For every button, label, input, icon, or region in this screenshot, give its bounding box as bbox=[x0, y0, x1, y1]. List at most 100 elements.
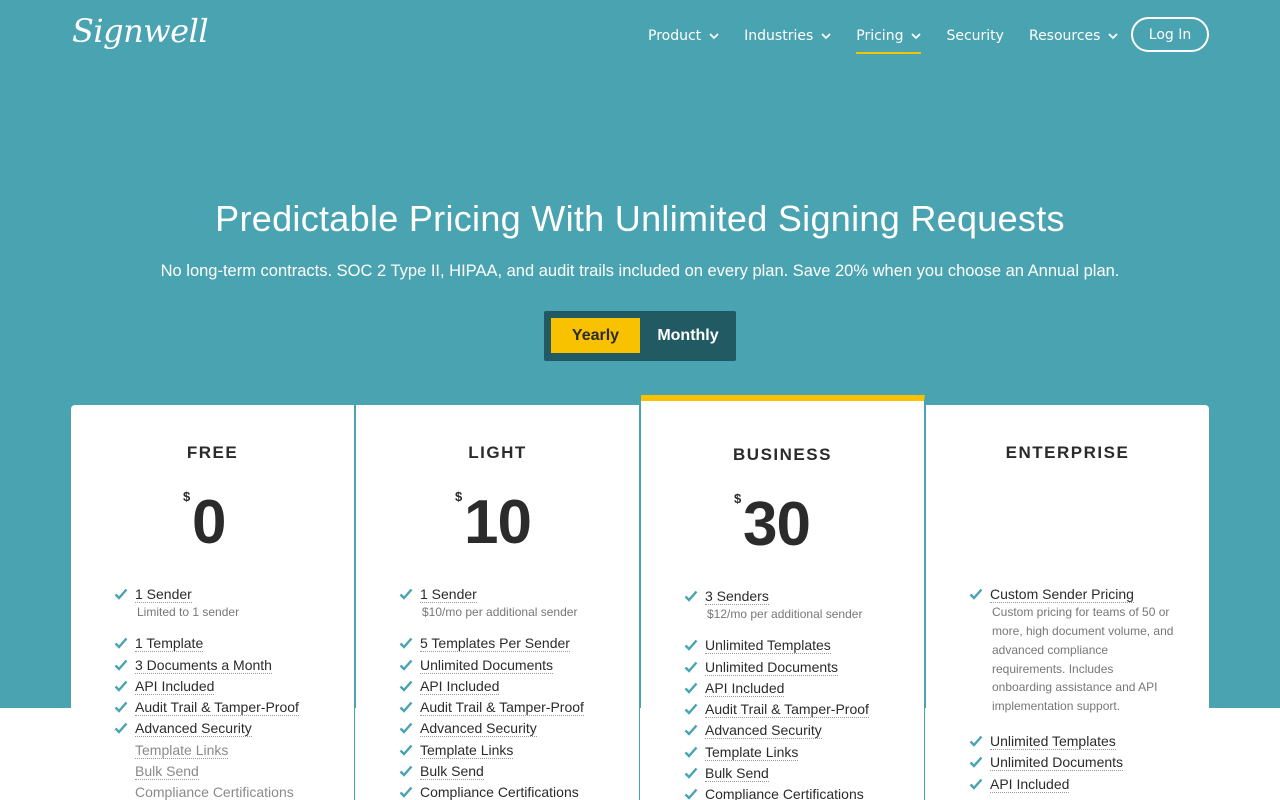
check-icon bbox=[684, 746, 698, 758]
feature-label[interactable]: API Included bbox=[420, 677, 500, 695]
nav-item-pricing[interactable]: Pricing bbox=[856, 24, 922, 54]
site-header: Signwell Product Industries Pricing Secu… bbox=[0, 0, 1280, 70]
feature-label[interactable]: API Included bbox=[990, 775, 1070, 793]
main-nav: Product Industries Pricing Security Reso… bbox=[648, 24, 1143, 54]
feature-label[interactable]: API Included bbox=[135, 677, 215, 695]
signwell-logo[interactable]: Signwell bbox=[72, 12, 209, 50]
check-icon bbox=[399, 701, 413, 713]
feature-label[interactable]: 1 Sender bbox=[420, 586, 477, 603]
feature-item: API Included bbox=[969, 774, 1204, 795]
check-icon bbox=[684, 640, 698, 652]
check-icon bbox=[969, 757, 983, 769]
feature-label[interactable]: Unlimited Templates bbox=[990, 733, 1116, 751]
check-icon bbox=[114, 701, 128, 713]
currency-symbol: $ bbox=[734, 491, 742, 506]
feature-label[interactable]: Audit Trail & Tamper-Proof bbox=[705, 701, 869, 719]
page-title: Predictable Pricing With Unlimited Signi… bbox=[215, 198, 1065, 239]
feature-label[interactable]: Advanced Security bbox=[420, 720, 537, 738]
feature-label[interactable]: 5 Templates Per Sender bbox=[420, 635, 570, 653]
nav-item-label: Industries bbox=[744, 28, 814, 44]
feature-label[interactable]: Custom Sender Pricing bbox=[990, 586, 1134, 603]
feature-item: 1 Sender bbox=[399, 584, 634, 605]
feature-label[interactable]: 3 Documents a Month bbox=[135, 656, 272, 674]
feature-label[interactable]: Unlimited Templates bbox=[705, 637, 831, 655]
feature-item: Compliance Certifications bbox=[399, 782, 634, 800]
feature-label[interactable]: Advanced Security bbox=[135, 720, 252, 738]
feature-item: Unlimited Documents bbox=[399, 655, 634, 676]
plan-name: FREE bbox=[186, 443, 239, 462]
check-icon bbox=[399, 787, 413, 799]
feature-item: API Included bbox=[114, 676, 349, 697]
feature-label[interactable]: API Included bbox=[705, 679, 785, 697]
feature-label[interactable]: Compliance Certifications bbox=[705, 786, 864, 800]
feature-label[interactable]: Compliance Certifications bbox=[135, 784, 294, 800]
currency-symbol: $ bbox=[183, 489, 191, 504]
nav-item-resources[interactable]: Resources bbox=[1029, 24, 1119, 48]
feature-item: API Included bbox=[399, 676, 634, 697]
feature-list: Custom Sender Pricing Custom pricing for… bbox=[969, 584, 1204, 795]
feature-item: 5 Templates Per Sender bbox=[399, 633, 634, 654]
plan-card-enterprise: ENTERPRISE Custom Sender Pricing Custom … bbox=[926, 405, 1209, 800]
feature-item: Bulk Send bbox=[399, 761, 634, 782]
feature-label[interactable]: Unlimited Documents bbox=[990, 754, 1124, 772]
plan-card-business: BUSINESS $ 30 3 Senders $12/mo per addit… bbox=[641, 395, 925, 800]
feature-label[interactable]: Unlimited Documents bbox=[420, 656, 554, 674]
feature-item: Compliance Certifications bbox=[684, 784, 919, 800]
feature-label[interactable]: Unlimited Documents bbox=[705, 658, 839, 676]
feature-label[interactable]: 3 Senders bbox=[705, 588, 769, 605]
feature-list: 3 Senders $12/mo per additional sender U… bbox=[684, 586, 919, 800]
check-icon bbox=[684, 682, 698, 694]
currency-symbol: $ bbox=[455, 489, 463, 504]
feature-item: Advanced Security bbox=[684, 720, 919, 741]
yearly-toggle-button[interactable]: Yearly bbox=[551, 318, 640, 353]
check-icon bbox=[399, 659, 413, 671]
feature-label[interactable]: 1 Sender bbox=[135, 586, 192, 603]
pricing-cards: FREE $ 0 1 Sender Limited to 1 sender 1 … bbox=[71, 395, 1209, 800]
feature-item: Audit Trail & Tamper-Proof bbox=[114, 697, 349, 718]
check-icon bbox=[684, 789, 698, 800]
feature-item: Template Links bbox=[684, 742, 919, 763]
price-amount: 10 bbox=[464, 488, 532, 557]
feature-item: API Included bbox=[684, 678, 919, 699]
feature-label[interactable]: Template Links bbox=[420, 741, 514, 759]
nav-item-industries[interactable]: Industries bbox=[744, 24, 831, 48]
feature-item: Unlimited Documents bbox=[969, 752, 1204, 773]
feature-label[interactable]: Template Links bbox=[705, 743, 799, 761]
feature-label[interactable]: Bulk Send bbox=[420, 763, 484, 781]
feature-list: 1 Sender $10/mo per additional sender 5 … bbox=[399, 584, 634, 800]
nav-item-label: Security bbox=[946, 28, 1004, 44]
feature-item-excluded: Template Links bbox=[114, 740, 349, 761]
feature-note: $12/mo per additional sender bbox=[707, 607, 863, 622]
feature-list: 1 Sender Limited to 1 sender 1 Template … bbox=[114, 584, 349, 800]
feature-label[interactable]: Bulk Send bbox=[135, 763, 199, 781]
feature-item: Audit Trail & Tamper-Proof bbox=[399, 697, 634, 718]
page-subtitle: No long-term contracts. SOC 2 Type II, H… bbox=[160, 262, 1120, 280]
feature-label[interactable]: Template Links bbox=[135, 741, 229, 759]
plan-name: BUSINESS bbox=[733, 445, 832, 464]
feature-item: Unlimited Templates bbox=[684, 635, 919, 656]
feature-label[interactable]: 1 Template bbox=[135, 635, 204, 653]
price-amount: 0 bbox=[192, 488, 226, 557]
feature-note: Custom pricing for teams of 50 or more, … bbox=[992, 605, 1174, 714]
login-button[interactable]: Log In bbox=[1131, 17, 1209, 52]
plan-card-light: LIGHT $ 10 1 Sender $10/mo per additiona… bbox=[356, 405, 640, 800]
monthly-toggle-button[interactable]: Monthly bbox=[644, 318, 732, 353]
check-icon bbox=[684, 661, 698, 673]
feature-label[interactable]: Bulk Send bbox=[705, 765, 769, 783]
check-icon bbox=[399, 588, 413, 600]
feature-item: Advanced Security bbox=[399, 718, 634, 739]
feature-item-excluded: Bulk Send bbox=[114, 761, 349, 782]
check-icon bbox=[114, 680, 128, 692]
check-icon bbox=[684, 590, 698, 602]
nav-item-security[interactable]: Security bbox=[946, 24, 1004, 48]
feature-note: $10/mo per additional sender bbox=[422, 605, 578, 620]
nav-item-product[interactable]: Product bbox=[648, 24, 719, 48]
feature-label[interactable]: Audit Trail & Tamper-Proof bbox=[420, 699, 584, 717]
check-icon bbox=[399, 765, 413, 777]
feature-label[interactable]: Advanced Security bbox=[705, 722, 822, 740]
feature-item: Bulk Send bbox=[684, 763, 919, 784]
feature-label[interactable]: Audit Trail & Tamper-Proof bbox=[135, 699, 299, 717]
plan-name: ENTERPRISE bbox=[1005, 443, 1130, 462]
feature-label[interactable]: Compliance Certifications bbox=[420, 784, 579, 800]
check-icon bbox=[684, 703, 698, 715]
